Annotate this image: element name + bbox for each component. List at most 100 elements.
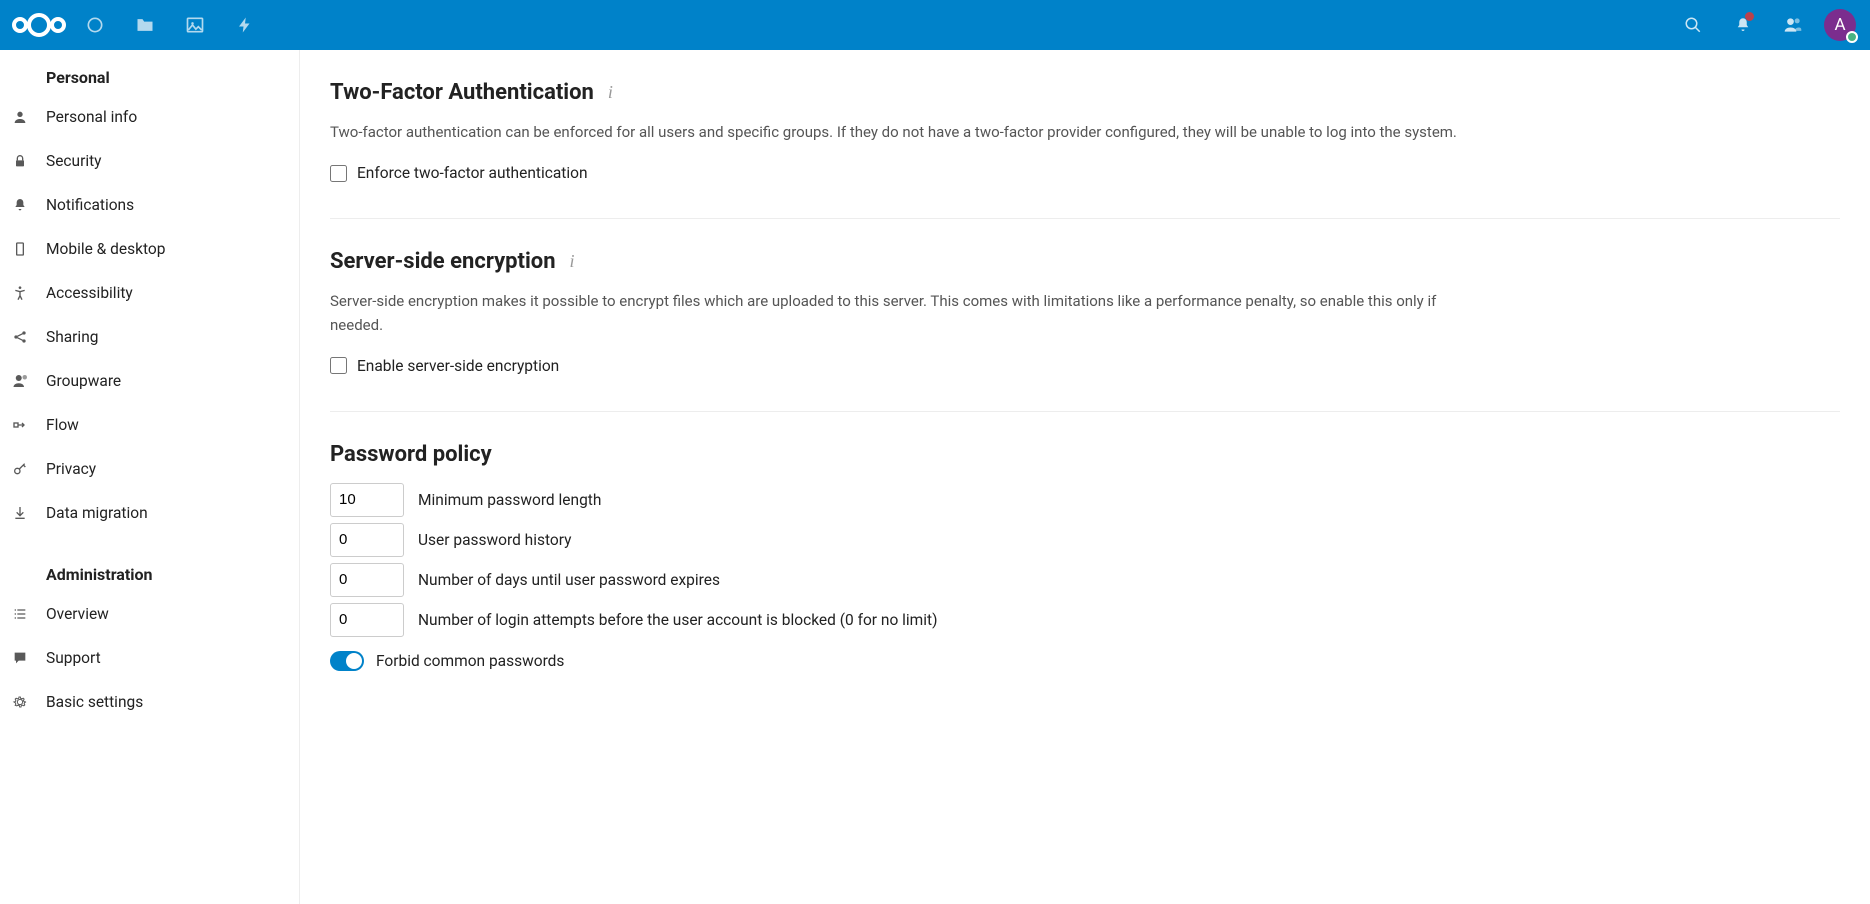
min-password-length-row: Minimum password length <box>330 483 1840 517</box>
user-avatar[interactable]: A <box>1824 9 1856 41</box>
sidebar-item-label: Groupware <box>46 372 121 390</box>
section-description: Two-factor authentication can be enforce… <box>330 121 1480 144</box>
app-logo[interactable] <box>8 8 70 42</box>
sidebar-item-label: Basic settings <box>46 693 143 711</box>
sidebar-item-label: Flow <box>46 416 79 434</box>
gear-icon <box>12 694 46 710</box>
forbid-common-passwords-row: Forbid common passwords <box>330 651 1840 671</box>
title-text: Password policy <box>330 442 492 467</box>
login-attempts-input[interactable] <box>330 603 404 637</box>
sidebar-item-label: Overview <box>46 605 109 623</box>
sidebar-item-label: Mobile & desktop <box>46 240 165 258</box>
info-icon[interactable]: i <box>608 82 613 103</box>
sidebar-item-support[interactable]: Support <box>0 636 299 680</box>
sidebar-item-security[interactable]: Security <box>0 139 299 183</box>
section-title-two-factor: Two-Factor Authentication i <box>330 80 1840 105</box>
password-history-label: User password history <box>418 531 571 549</box>
key-icon <box>12 461 46 477</box>
sidebar-item-groupware[interactable]: Groupware <box>0 359 299 403</box>
dashboard-icon <box>85 15 105 35</box>
min-password-length-label: Minimum password length <box>418 491 601 509</box>
sidebar-item-label: Security <box>46 152 102 170</box>
app-nav <box>70 0 270 50</box>
sidebar-item-label: Personal info <box>46 108 137 126</box>
top-bar: A <box>0 0 1870 50</box>
toggle-knob <box>346 653 362 669</box>
info-icon[interactable]: i <box>570 251 575 272</box>
settings-content: Two-Factor Authentication i Two-factor a… <box>300 50 1870 904</box>
sidebar-item-label: Data migration <box>46 504 148 522</box>
download-icon <box>12 505 46 521</box>
sidebar-item-basic-settings[interactable]: Basic settings <box>0 680 299 724</box>
enforce-two-factor-checkbox[interactable] <box>330 165 347 182</box>
sidebar-item-overview[interactable]: Overview <box>0 592 299 636</box>
image-icon <box>185 15 205 35</box>
user-status-dot <box>1846 31 1858 43</box>
nextcloud-logo-icon <box>8 8 70 42</box>
files-app[interactable] <box>120 0 170 50</box>
sidebar-item-notifications[interactable]: Notifications <box>0 183 299 227</box>
settings-sidebar: Personal Personal info Security Notifica… <box>0 50 300 904</box>
list-icon <box>12 606 46 622</box>
sidebar-item-label: Notifications <box>46 196 134 214</box>
contacts-button[interactable] <box>1768 0 1818 50</box>
sidebar-item-privacy[interactable]: Privacy <box>0 447 299 491</box>
password-expire-days-input[interactable] <box>330 563 404 597</box>
lightning-icon <box>236 16 254 34</box>
flow-icon <box>12 417 46 433</box>
login-attempts-label: Number of login attempts before the user… <box>418 611 938 629</box>
sidebar-item-sharing[interactable]: Sharing <box>0 315 299 359</box>
search-icon <box>1684 16 1702 34</box>
section-password-policy: Password policy Minimum password length … <box>330 442 1840 707</box>
sidebar-item-label: Support <box>46 649 101 667</box>
sidebar-item-label: Accessibility <box>46 284 133 302</box>
section-title-password-policy: Password policy <box>330 442 1840 467</box>
dashboard-app[interactable] <box>70 0 120 50</box>
min-password-length-input[interactable] <box>330 483 404 517</box>
section-title-encryption: Server-side encryption i <box>330 249 1840 274</box>
lock-icon <box>12 153 46 169</box>
avatar-initial: A <box>1834 15 1845 35</box>
password-history-input[interactable] <box>330 523 404 557</box>
password-expire-days-label: Number of days until user password expir… <box>418 571 720 589</box>
sidebar-item-mobile-desktop[interactable]: Mobile & desktop <box>0 227 299 271</box>
folder-icon <box>135 15 155 35</box>
enforce-two-factor-label[interactable]: Enforce two-factor authentication <box>357 164 588 182</box>
search-button[interactable] <box>1668 0 1718 50</box>
sidebar-header-administration: Administration <box>0 553 299 592</box>
enable-encryption-label[interactable]: Enable server-side encryption <box>357 357 559 375</box>
bell-icon <box>12 197 46 213</box>
sidebar-item-flow[interactable]: Flow <box>0 403 299 447</box>
sidebar-header-personal: Personal <box>0 56 299 95</box>
sidebar-item-label: Privacy <box>46 460 96 478</box>
groupware-icon <box>12 372 46 390</box>
enforce-two-factor-row: Enforce two-factor authentication <box>330 164 1840 182</box>
user-icon <box>12 109 46 125</box>
section-two-factor: Two-Factor Authentication i Two-factor a… <box>330 80 1840 219</box>
enable-encryption-checkbox[interactable] <box>330 357 347 374</box>
password-expire-days-row: Number of days until user password expir… <box>330 563 1840 597</box>
enable-encryption-row: Enable server-side encryption <box>330 357 1840 375</box>
contacts-icon <box>1783 15 1803 35</box>
sidebar-item-label: Sharing <box>46 328 98 346</box>
notifications-button[interactable] <box>1718 0 1768 50</box>
sidebar-item-data-migration[interactable]: Data migration <box>0 491 299 535</box>
login-attempts-row: Number of login attempts before the user… <box>330 603 1840 637</box>
sidebar-item-accessibility[interactable]: Accessibility <box>0 271 299 315</box>
phone-icon <box>12 241 46 257</box>
photos-app[interactable] <box>170 0 220 50</box>
header-right: A <box>1668 0 1862 50</box>
accessibility-icon <box>12 285 46 301</box>
activity-app[interactable] <box>220 0 270 50</box>
forbid-common-passwords-label[interactable]: Forbid common passwords <box>376 652 564 670</box>
forbid-common-passwords-toggle[interactable] <box>330 651 364 671</box>
title-text: Two-Factor Authentication <box>330 80 594 105</box>
share-icon <box>12 329 46 345</box>
title-text: Server-side encryption <box>330 249 556 274</box>
section-description: Server-side encryption makes it possible… <box>330 290 1480 337</box>
password-history-row: User password history <box>330 523 1840 557</box>
notification-dot <box>1745 12 1754 21</box>
sidebar-item-personal-info[interactable]: Personal info <box>0 95 299 139</box>
chat-icon <box>12 650 46 666</box>
section-encryption: Server-side encryption i Server-side enc… <box>330 249 1840 412</box>
